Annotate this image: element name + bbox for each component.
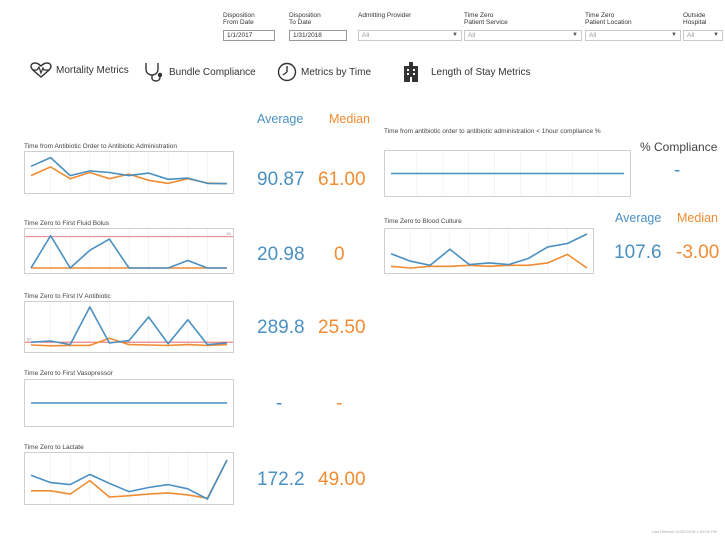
patient-service-select[interactable]: All ▼: [464, 30, 582, 41]
chevron-down-icon: ▼: [713, 32, 719, 38]
metric-title-vasopressor: Time Zero to First Vasopressor: [24, 370, 113, 377]
heart-pulse-icon: [30, 62, 52, 78]
fluid-bolus-median: 0: [334, 244, 345, 265]
filter-from-date: Disposition From Date 1/1/2017: [223, 12, 275, 41]
admitting-provider-select[interactable]: All ▼: [358, 30, 462, 41]
filter-outside-hospital-label: Outside Hospital: [683, 12, 707, 26]
tab-mortality-metrics-label: Mortality Metrics: [56, 64, 129, 76]
outside-hospital-select[interactable]: All ▼: [683, 30, 723, 41]
compliance-title: Time from antibiotic order to antibiotic…: [384, 128, 601, 135]
sparkline-fluid-bolus[interactable]: 60: [24, 228, 234, 274]
tab-bundle-compliance[interactable]: Bundle Compliance: [143, 62, 256, 82]
chevron-down-icon: ▼: [671, 32, 677, 38]
abx-order-average: 90.87: [257, 169, 305, 190]
filter-admitting-provider-label: Admitting Provider: [358, 12, 412, 19]
tab-mortality-metrics[interactable]: Mortality Metrics: [30, 62, 129, 78]
blood-culture-median: -3.00: [676, 242, 720, 263]
tab-bundle-compliance-label: Bundle Compliance: [169, 66, 256, 78]
to-date-input[interactable]: 1/31/2018: [289, 30, 347, 41]
patient-service-value: All: [468, 32, 476, 39]
filter-outside-hospital: Outside Hospital All ▼: [683, 12, 723, 41]
chevron-down-icon: ▼: [572, 32, 578, 38]
lactate-average: 172.2: [257, 469, 305, 490]
fluid-bolus-average: 20.98: [257, 244, 305, 265]
patient-location-value: All: [589, 32, 597, 39]
sparkline-vasopressor[interactable]: [24, 379, 234, 427]
metric-title-iv-antibiotic: Time Zero to First IV Antibiotic: [24, 293, 111, 300]
blood-culture-average: 107.6: [614, 242, 662, 263]
lactate-median: 49.00: [318, 469, 366, 490]
iv-antibiotic-average: 289.8: [257, 317, 305, 338]
compliance-value: -: [674, 160, 681, 181]
sparkline-lactate[interactable]: [24, 452, 234, 505]
compliance-label: % Compliance: [640, 140, 718, 154]
abx-order-median: 61.00: [318, 169, 366, 190]
tab-length-of-stay[interactable]: Length of Stay Metrics: [401, 62, 531, 82]
outside-hospital-value: All: [687, 32, 695, 39]
filter-patient-location: Time Zero Patient Location All ▼: [585, 12, 681, 41]
sparkline-compliance[interactable]: [384, 150, 631, 197]
tab-length-of-stay-label: Length of Stay Metrics: [431, 66, 531, 78]
filter-to-date-label: Disposition To Date: [289, 12, 321, 26]
patient-location-select[interactable]: All ▼: [585, 30, 681, 41]
filter-patient-location-label: Time Zero Patient Location: [585, 12, 632, 26]
clock-icon: [277, 62, 297, 82]
vasopressor-average: -: [276, 393, 283, 414]
blood-culture-title: Time Zero to Blood Culture: [384, 218, 462, 225]
metric-title-fluid-bolus: Time Zero to First Fluid Bolus: [24, 220, 110, 227]
tab-metrics-by-time[interactable]: Metrics by Time: [277, 62, 371, 82]
metric-title-lactate: Time Zero to Lactate: [24, 444, 84, 451]
from-date-input[interactable]: 1/1/2017: [223, 30, 275, 41]
average-header: Average: [257, 112, 304, 126]
last-refresh-text: Last Refresh 01/02/2018 1:00:00 PM: [651, 529, 717, 534]
chevron-down-icon: ▼: [452, 32, 458, 38]
filter-patient-service-label: Time Zero Patient Service: [464, 12, 508, 26]
blood-culture-median-header: Median: [677, 211, 718, 225]
tab-metrics-by-time-label: Metrics by Time: [301, 66, 372, 78]
filter-patient-service: Time Zero Patient Service All ▼: [464, 12, 582, 41]
filter-to-date: Disposition To Date 1/31/2018: [289, 12, 347, 41]
sparkline-abx-order[interactable]: [24, 151, 234, 194]
stethoscope-icon: [145, 63, 163, 82]
reference-label: 60: [27, 337, 32, 342]
blood-culture-average-header: Average: [615, 211, 662, 225]
filter-from-date-label: Disposition From Date: [223, 12, 255, 26]
admitting-provider-value: All: [362, 32, 370, 39]
sparkline-blood-culture[interactable]: [384, 228, 594, 274]
sparkline-iv-antibiotic[interactable]: 60: [24, 301, 234, 353]
metric-title-abx-order: Time from Antibiotic Order to Antibiotic…: [24, 143, 177, 150]
median-header: Median: [329, 112, 370, 126]
iv-antibiotic-median: 25.50: [318, 317, 366, 338]
vasopressor-median: -: [336, 393, 343, 414]
reference-label: 60: [227, 231, 232, 236]
filter-admitting-provider: Admitting Provider All ▼: [358, 12, 462, 41]
hospital-building-icon: [404, 62, 418, 82]
